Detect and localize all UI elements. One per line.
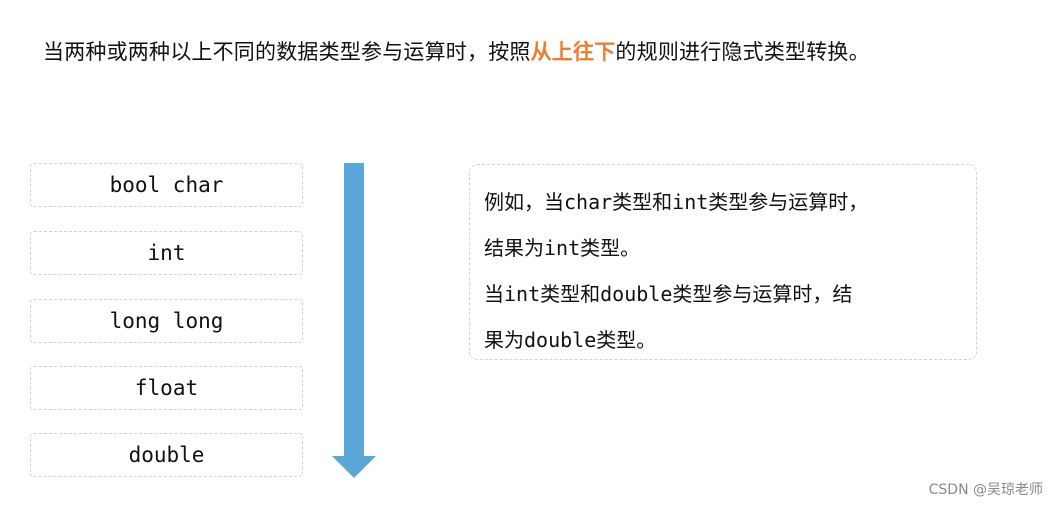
example-line: 结果为int类型。 [484,236,641,260]
type-box-float: float [30,366,303,410]
watermark: CSDN @吴琼老师 [928,482,1043,498]
example-line: 果为double类型。 [484,328,657,352]
headline-text-before: 当两种或两种以上不同的数据类型参与运算时，按照 [43,40,531,64]
example-line: 例如，当char类型和int类型参与运算时， [484,190,869,214]
headline-highlight: 从上往下 [530,40,616,64]
example-box: 例如，当char类型和int类型参与运算时， 结果为int类型。 当int类型和… [469,164,977,360]
example-line: 当int类型和double类型参与运算时，结 [484,282,853,306]
type-box-bool-char: bool char [30,163,303,207]
headline: 当两种或两种以上不同的数据类型参与运算时，按照从上往下的规则进行隐式类型转换。 [43,36,870,66]
type-box-int: int [30,231,303,275]
down-arrow-icon [332,163,376,478]
type-box-double: double [30,433,303,477]
type-box-long-long: long long [30,299,303,343]
arrow-shape [332,163,376,478]
headline-text-after: 的规则进行隐式类型转换。 [615,40,870,64]
